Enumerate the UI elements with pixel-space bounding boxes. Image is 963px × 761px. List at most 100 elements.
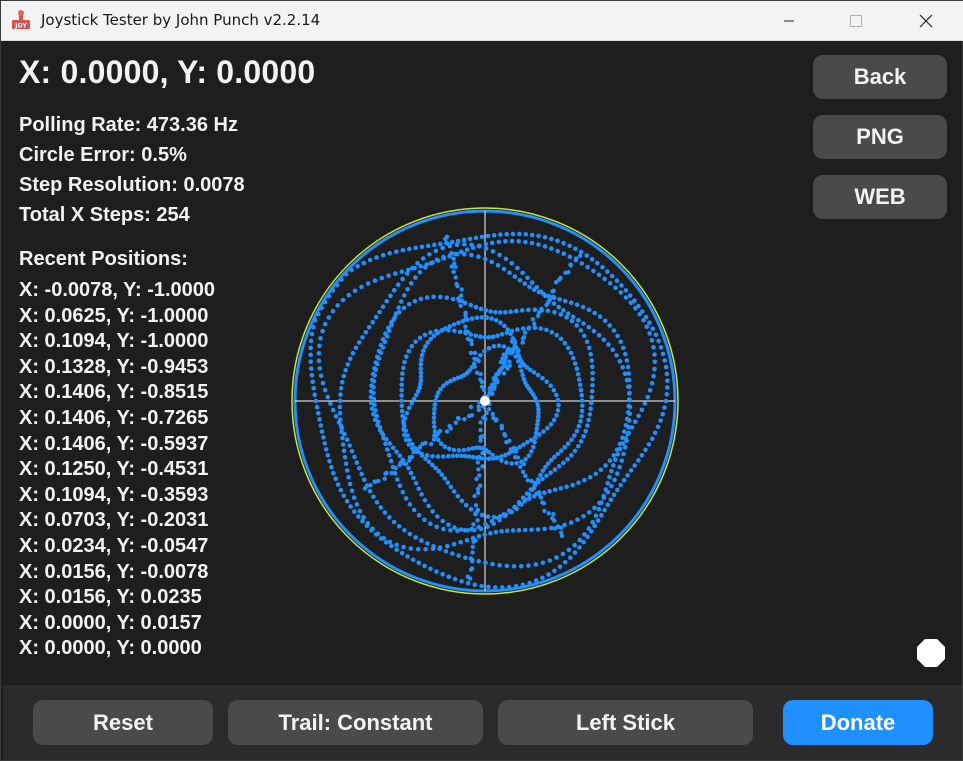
trail-point <box>445 454 451 459</box>
trail-point <box>423 547 428 552</box>
stick-select-button[interactable]: Left Stick <box>498 700 753 745</box>
trail-point <box>612 477 617 483</box>
trail-point <box>522 527 528 533</box>
maximize-button[interactable] <box>833 1 879 40</box>
trail-point <box>556 403 561 408</box>
trail-point <box>405 554 410 559</box>
trail-point <box>339 277 344 282</box>
trail-point <box>317 366 323 371</box>
minimize-button[interactable] <box>766 1 812 40</box>
trail-point <box>485 233 491 239</box>
trail-point <box>451 541 457 547</box>
png-button[interactable]: PNG <box>813 115 947 159</box>
title-bar[interactable]: JOY Joystick Tester by John Punch v2.2.1… <box>1 1 963 41</box>
trail-point <box>415 260 420 266</box>
trail-point <box>515 265 520 271</box>
trail-point <box>418 370 424 376</box>
trail-point <box>633 306 638 311</box>
back-button[interactable]: Back <box>813 55 947 99</box>
trail-point <box>568 520 574 525</box>
trail-point <box>554 413 559 418</box>
trail-point <box>369 377 375 383</box>
trail-point <box>407 502 413 507</box>
close-button[interactable] <box>903 1 949 40</box>
trail-mode-button[interactable]: Trail: Constant <box>228 700 483 745</box>
trail-point <box>499 454 504 459</box>
trail-point <box>627 384 632 389</box>
trail-point <box>531 444 536 450</box>
donate-button[interactable]: Donate <box>783 700 933 745</box>
trail-point <box>577 545 582 550</box>
trail-point <box>419 244 425 250</box>
trail-point <box>425 340 430 345</box>
trail-point <box>623 295 629 300</box>
trail-point <box>385 325 391 331</box>
trail-point <box>325 453 331 458</box>
recent-position-item: X: 0.1094, Y: -1.0000 <box>19 330 209 353</box>
trail-point <box>618 290 624 295</box>
trail-point <box>531 485 537 491</box>
trail-point <box>394 249 399 254</box>
trail-point <box>658 418 663 423</box>
trail-point <box>480 464 485 469</box>
trail-point <box>472 350 478 356</box>
reset-button[interactable]: Reset <box>33 700 213 745</box>
trail-point <box>500 585 505 590</box>
trail-point <box>402 359 407 365</box>
trail-point <box>586 345 592 351</box>
trail-point <box>431 415 437 420</box>
trail-point <box>591 328 597 334</box>
trail-point <box>526 492 532 497</box>
trail-point <box>431 411 437 416</box>
trail-point <box>370 371 376 377</box>
trail-point <box>470 559 475 564</box>
trail-point <box>628 300 634 306</box>
trail-point <box>623 351 628 357</box>
trail-point <box>338 417 343 422</box>
trail-point <box>333 414 339 419</box>
trail-point <box>343 367 348 373</box>
trail-point <box>373 360 379 365</box>
trail-point <box>569 318 575 324</box>
recent-position-item: X: 0.0234, Y: -0.0547 <box>19 534 209 557</box>
trail-point <box>468 350 474 356</box>
trail-point <box>607 280 613 286</box>
trail-point <box>531 370 537 375</box>
trail-point <box>554 555 559 560</box>
trail-point <box>450 296 456 302</box>
trail-point <box>496 239 502 245</box>
trail-point <box>451 447 457 453</box>
trail-point <box>486 334 492 340</box>
trail-point <box>499 332 505 337</box>
trail-point <box>558 336 564 342</box>
trail-point <box>622 429 627 434</box>
trail-point <box>602 507 607 513</box>
trail-point <box>394 449 399 455</box>
trail-point <box>519 502 524 507</box>
trail-point <box>592 310 597 316</box>
trail-point <box>399 387 404 393</box>
trail-point <box>620 365 625 370</box>
trail-point <box>479 384 485 389</box>
trail-point <box>479 583 484 589</box>
trail-point <box>411 475 416 481</box>
trail-point <box>426 503 431 509</box>
trail-point <box>400 371 405 376</box>
trail-point <box>383 441 388 447</box>
web-button[interactable]: WEB <box>813 175 947 219</box>
trail-point <box>515 455 521 460</box>
trail-point <box>312 318 318 323</box>
trail-point <box>346 292 352 298</box>
trail-point <box>388 458 394 464</box>
trail-point <box>529 232 535 238</box>
trail-point <box>499 426 505 431</box>
trail-point <box>419 352 425 358</box>
trail-point <box>417 335 423 341</box>
trail-point <box>548 470 553 476</box>
trail-point <box>461 237 467 243</box>
trail-point <box>434 257 440 262</box>
trail-point <box>526 307 531 313</box>
trail-point <box>389 543 394 549</box>
trail-point <box>514 460 519 466</box>
trail-point <box>453 275 458 280</box>
